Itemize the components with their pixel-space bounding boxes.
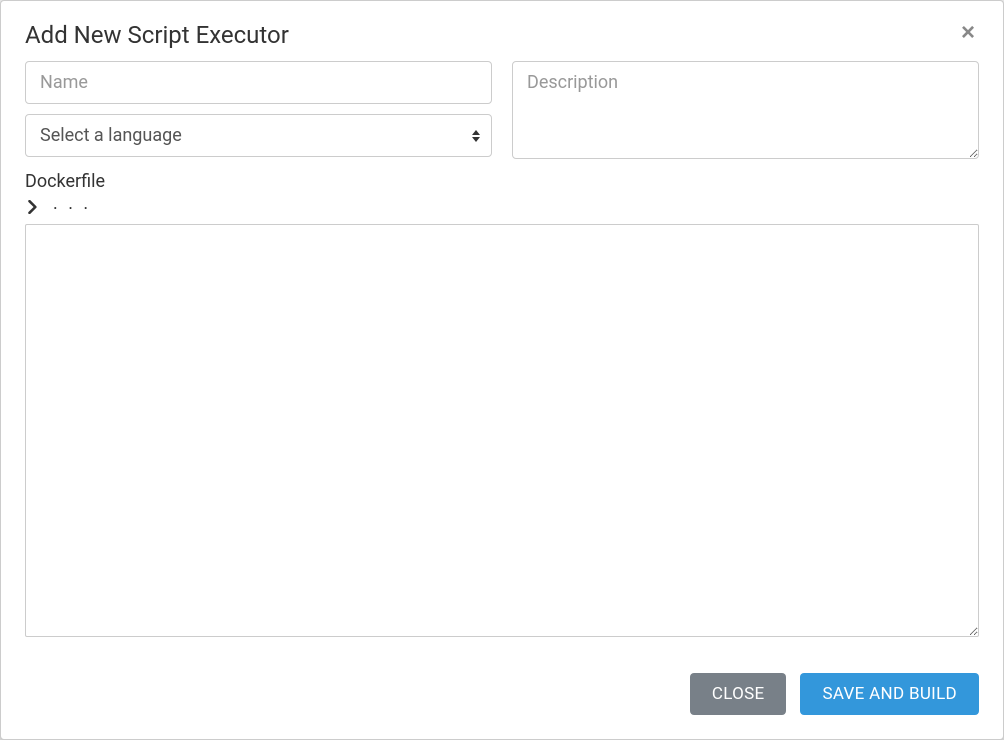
language-select[interactable]: Select a language — [25, 114, 492, 157]
dockerfile-label: Dockerfile — [25, 171, 979, 192]
collapsed-indicator: . . . — [53, 195, 91, 213]
form-left-column: Select a language — [25, 61, 492, 159]
language-select-wrapper: Select a language — [25, 114, 492, 157]
description-textarea[interactable] — [512, 61, 979, 159]
modal-footer: CLOSE SAVE AND BUILD — [1, 653, 1003, 739]
close-icon[interactable]: × — [957, 21, 979, 45]
modal-title: Add New Script Executor — [25, 21, 289, 49]
chevron-right-icon[interactable] — [27, 200, 39, 214]
close-button[interactable]: CLOSE — [690, 673, 787, 715]
form-right-column — [512, 61, 979, 159]
dockerfile-collapse-row: . . . — [25, 198, 979, 216]
modal-header: Add New Script Executor × — [1, 1, 1003, 61]
save-and-build-button[interactable]: SAVE AND BUILD — [800, 673, 979, 715]
dockerfile-editor[interactable] — [25, 224, 979, 637]
name-input[interactable] — [25, 61, 492, 104]
add-script-executor-modal: Add New Script Executor × Select a langu… — [0, 0, 1004, 740]
form-top-row: Select a language — [25, 61, 979, 159]
modal-body: Select a language Dockerfile . . . — [1, 61, 1003, 653]
